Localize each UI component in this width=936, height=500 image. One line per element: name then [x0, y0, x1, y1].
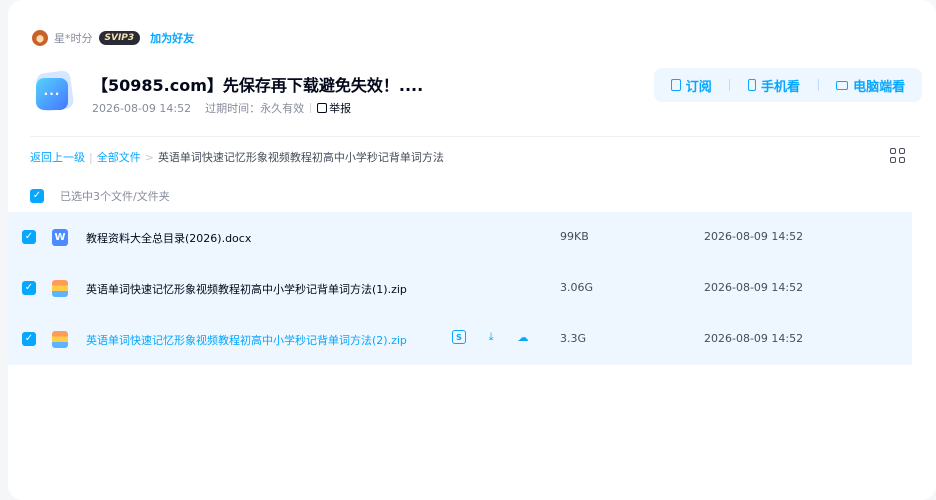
file-name[interactable]: 英语单词快速记忆形象视频教程初高中小学秒记背单词方法(1).zip — [86, 281, 407, 297]
file-name[interactable]: 教程资料大全总目录(2026).docx — [86, 230, 251, 246]
file-date: 2026-08-09 14:52 — [704, 332, 804, 345]
breadcrumb-separator: | — [89, 150, 93, 164]
breadcrumb-current: 英语单词快速记忆形象视频教程初高中小学秒记背单词方法 — [157, 151, 444, 164]
header-divider — [30, 136, 920, 137]
share-title: 【50985.com】先保存再下载避免失效！.... — [92, 76, 424, 95]
chevron-right-icon: > — [144, 150, 154, 164]
subscribe-button[interactable]: 订阅 — [670, 76, 712, 95]
file-list: ✓ W 教程资料大全总目录(2026).docx 99KB 2026-08-09… — [8, 212, 912, 365]
meta-divider — [310, 103, 312, 113]
phone-view-button[interactable]: 手机看 — [747, 76, 800, 95]
file-row[interactable]: ✓ W 教程资料大全总目录(2026).docx 99KB 2026-08-09… — [8, 212, 912, 263]
monitor-icon — [836, 80, 849, 90]
report-button[interactable]: 举报 — [317, 100, 351, 116]
add-friend-link[interactable]: 加为好友 — [150, 30, 194, 46]
view-actions: 订阅 手机看 电脑端看 — [654, 68, 922, 102]
save-icon[interactable]: S — [452, 330, 466, 344]
share-expire: 过期时间：永久有效 — [205, 102, 305, 115]
share-date: 2026-08-09 14:52 — [92, 101, 192, 115]
bookmark-icon — [670, 79, 681, 91]
report-label: 举报 — [329, 102, 352, 115]
phone-icon — [747, 79, 756, 91]
zip-file-icon — [52, 280, 68, 297]
file-row-actions: S ⤓ ☁ — [452, 330, 548, 344]
select-all-checkbox[interactable]: ✓ — [30, 189, 44, 203]
file-date: 2026-08-09 14:52 — [704, 230, 804, 243]
file-checkbox[interactable]: ✓ — [22, 332, 36, 346]
share-card: 星*时分 SVIP3 加为好友 ··· 【50985.com】先保存再下载避免失… — [8, 0, 936, 500]
sharer-name[interactable]: 星*时分 — [54, 30, 93, 46]
breadcrumb: 返回上一级 | 全部文件 > 英语单词快速记忆形象视频教程初高中小学秒记背单词方… — [30, 149, 444, 165]
action-divider — [817, 79, 819, 91]
file-row[interactable]: ✓ 英语单词快速记忆形象视频教程初高中小学秒记背单词方法(1).zip 3.06… — [8, 263, 912, 314]
file-name[interactable]: 英语单词快速记忆形象视频教程初高中小学秒记背单词方法(2).zip — [86, 332, 407, 348]
phone-view-label: 手机看 — [760, 79, 800, 95]
file-size: 3.06G — [560, 281, 594, 294]
breadcrumb-back[interactable]: 返回上一级 — [30, 149, 85, 165]
pc-view-button[interactable]: 电脑端看 — [836, 76, 905, 95]
file-checkbox[interactable]: ✓ — [22, 281, 36, 295]
subscribe-label: 订阅 — [685, 79, 712, 95]
file-date: 2026-08-09 14:52 — [704, 281, 804, 294]
folder-icon: ··· — [30, 68, 78, 116]
avatar-icon[interactable] — [32, 30, 48, 46]
file-size: 3.3G — [560, 332, 587, 345]
file-checkbox[interactable]: ✓ — [22, 230, 36, 244]
select-all-row: ✓ 已选中3个文件/文件夹 — [30, 188, 170, 204]
breadcrumb-all-files[interactable]: 全部文件 — [97, 149, 141, 165]
word-file-icon: W — [52, 229, 68, 246]
grid-view-icon[interactable] — [890, 148, 906, 164]
pc-view-label: 电脑端看 — [853, 79, 906, 95]
share-meta: 2026-08-09 14:52 过期时间：永久有效 举报 — [92, 100, 351, 116]
action-divider — [729, 79, 731, 91]
download-icon[interactable]: ⤓ — [484, 330, 498, 344]
selection-label: 已选中3个文件/文件夹 — [60, 190, 170, 203]
file-size: 99KB — [560, 230, 589, 243]
sharer-info: 星*时分 SVIP3 加为好友 — [32, 28, 194, 48]
zip-file-icon — [52, 331, 68, 348]
cloud-upload-icon[interactable]: ☁ — [516, 330, 530, 344]
file-row[interactable]: ✓ 英语单词快速记忆形象视频教程初高中小学秒记背单词方法(2).zip S ⤓ … — [8, 314, 912, 365]
vip-badge: SVIP3 — [98, 31, 141, 45]
report-icon — [317, 103, 328, 113]
